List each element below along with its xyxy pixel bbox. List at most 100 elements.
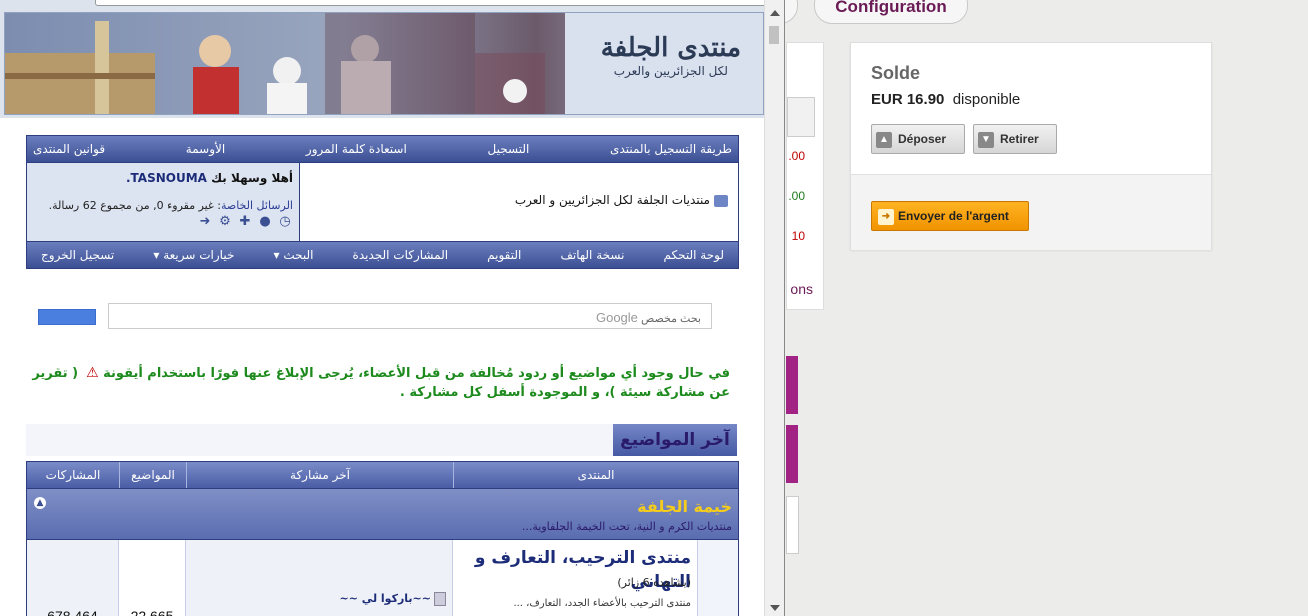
nav-link-register[interactable]: التسجيل	[488, 142, 530, 156]
forum-cell: منتدى الترحيب، التعارف و التهاني (يشاهده…	[452, 540, 697, 616]
nav-link-rules[interactable]: قوانين المنتدى	[33, 142, 105, 156]
header-posts: المشاركات	[45, 468, 101, 482]
nav-logout[interactable]: تسجيل الخروج	[41, 248, 114, 262]
topics-cell: 22,665	[118, 540, 185, 616]
banner-logo-main: منتدى الجلفة	[600, 33, 741, 63]
header-last-post: آخر مشاركة	[186, 462, 453, 488]
balance-card-footer: ➜ Envoyer de l'argent	[851, 174, 1211, 250]
last-post-link[interactable]: ~~باركوا لي ~~	[340, 592, 446, 606]
balance-card: Solde EUR 16.90 disponible ▲ Déposer ▼ Ret…	[850, 42, 1212, 250]
user-quick-icons: ◷ ● ✚ ⚙ ➜	[197, 215, 293, 229]
search-input[interactable]: Google بحث مخصص	[108, 303, 712, 329]
configuration-button[interactable]: Configuration	[814, 0, 968, 24]
banner-logo: منتدى الجلفة لكل الجزائريين والعرب	[601, 33, 741, 79]
scroll-up-icon[interactable]	[770, 10, 780, 16]
header-forum: المنتدى	[453, 462, 738, 488]
address-bar-fragment[interactable]	[95, 0, 767, 6]
gear-icon[interactable]: ⚙	[217, 215, 233, 229]
balance-title: Solde	[871, 63, 921, 83]
arrow-right-icon: ➜	[878, 208, 894, 225]
table-header-row: المنتدى آخر مشاركة المواضيع المشاركات	[27, 462, 738, 488]
deposit-label: Déposer	[898, 132, 947, 146]
purple-tab-2[interactable]	[786, 425, 798, 483]
latest-topics-title[interactable]: آخر المواضيع	[613, 424, 737, 456]
banner-logo-sub: لكل الجزائريين والعرب	[613, 64, 728, 78]
send-money-button[interactable]: ➜ Envoyer de l'argent	[871, 201, 1029, 231]
withdraw-label: Retirer	[1000, 132, 1039, 146]
google-brand: Google	[595, 310, 638, 325]
report-notice: في حال وجود أي مواضيع أو ردود مُخالفة من…	[30, 364, 730, 402]
document-icon	[434, 592, 446, 606]
forum-viewers: (يشاهده 6 زائر)	[617, 576, 691, 589]
welcome-text: أهلا وسهلا بك TASNOUMA.	[126, 171, 293, 185]
forum-name-cell: منتديات الجلفة لكل الجزائريين و العرب	[299, 163, 738, 241]
forums-table: المنتدى آخر مشاركة المواضيع المشاركات خي…	[26, 461, 739, 616]
send-money-label: Envoyer de l'argent	[898, 209, 1009, 223]
nav-quick-options-label: خيارات سريعة	[163, 248, 235, 262]
table-row: منتدى الترحيب، التعارف و التهاني (يشاهده…	[27, 539, 738, 616]
username-link[interactable]: TASNOUMA.	[126, 171, 207, 185]
nav-link-register-guide[interactable]: طريقة التسجيل بالمنتدى	[610, 142, 732, 156]
category-desc: منتديات الكرم و النية، تحت الخيمة الجلفا…	[521, 520, 732, 533]
scroll-thumb[interactable]	[769, 26, 779, 44]
partial-input[interactable]	[786, 496, 799, 554]
header-topics: المواضيع	[119, 462, 186, 488]
partial-grey-button[interactable]	[787, 97, 815, 137]
posts-count: 678,464	[47, 608, 98, 616]
arrow-down-icon: ▼	[978, 131, 994, 148]
nav-calendar[interactable]: التقويم	[487, 248, 521, 262]
collapse-icon[interactable]: ▲	[34, 497, 46, 509]
purple-tab-1[interactable]	[786, 356, 798, 414]
warning-triangle-icon: ⚠	[86, 365, 99, 381]
google-search: Google بحث مخصص	[38, 303, 714, 329]
nav-link-recover-password[interactable]: استعادة كلمة المرور	[306, 142, 407, 156]
amount-2: 10	[791, 229, 805, 243]
deposit-button[interactable]: ▲ Déposer	[871, 124, 965, 154]
nav-search[interactable]: البحث ▾	[273, 248, 313, 262]
clock-icon[interactable]: ◷	[277, 215, 293, 229]
nav-search-label: البحث	[283, 248, 314, 262]
forum-description: منتدى الترحيب بالأعضاء الجدد، التعارف، .…	[513, 598, 691, 609]
notice-text-1: في حال وجود أي مواضيع أو ردود مُخالفة من…	[103, 366, 730, 381]
search-button[interactable]	[38, 309, 96, 325]
nav-quick-options[interactable]: خيارات سريعة ▾	[153, 248, 234, 262]
forum-window: منتدى الجلفة لكل الجزائريين والعرب طريقة…	[0, 0, 785, 616]
partial-link-text[interactable]: ons	[790, 281, 813, 297]
forum-navbar: طريقة التسجيل بالمنتدى التسجيل استعادة ك…	[26, 135, 739, 269]
forum-name[interactable]: منتديات الجلفة لكل الجزائريين و العرب	[515, 193, 728, 207]
user-info-cell: أهلا وسهلا بك TASNOUMA. الرسائل الخاصة: …	[27, 163, 299, 241]
chat-icon[interactable]: ●	[257, 215, 273, 229]
search-placeholder-text: بحث مخصص	[640, 313, 701, 325]
scroll-down-icon[interactable]	[770, 605, 780, 611]
search-placeholder: Google بحث مخصص	[596, 310, 701, 325]
add-user-icon[interactable]: ✚	[237, 215, 253, 229]
vertical-scrollbar[interactable]	[764, 0, 784, 616]
nav-mobile-version[interactable]: نسخة الهاتف	[560, 248, 624, 262]
balance-status: disponible	[952, 91, 1021, 108]
last-post-title: ~~باركوا لي ~~	[339, 592, 431, 605]
category-title[interactable]: خيمة الجلفة	[637, 497, 732, 516]
caret-down-icon: ▾	[153, 248, 160, 262]
category-row: خيمة الجلفة منتديات الكرم و النية، تحت ا…	[27, 488, 738, 539]
nav-new-posts[interactable]: المشاركات الجديدة	[353, 248, 449, 262]
balance-value: EUR 16.90	[871, 91, 945, 108]
posts-cell: 678,464	[27, 540, 118, 616]
topics-count: 22,665	[130, 608, 174, 616]
amount-0: .00	[788, 149, 805, 163]
withdraw-button[interactable]: ▼ Retirer	[973, 124, 1057, 154]
forum-name-text: منتديات الجلفة لكل الجزائريين و العرب	[514, 193, 710, 207]
logout-icon[interactable]: ➜	[197, 215, 213, 229]
balance-amount: EUR 16.90 disponible	[871, 91, 1020, 108]
nav-bottom-links: لوحة التحكم نسخة الهاتف التقويم المشاركا…	[27, 242, 738, 268]
nav-link-medals[interactable]: الأوسمة	[186, 142, 225, 156]
arrow-up-icon: ▲	[876, 131, 892, 148]
forum-banner: منتدى الجلفة لكل الجزائريين والعرب	[4, 12, 764, 115]
nav-top-links: طريقة التسجيل بالمنتدى التسجيل استعادة ك…	[27, 136, 738, 162]
private-messages-link[interactable]: الرسائل الخاصة	[221, 199, 293, 212]
amount-1: .00	[788, 189, 805, 203]
caret-down-icon: ▾	[273, 248, 280, 262]
welcome-prefix: أهلا وسهلا بك	[211, 171, 293, 185]
nav-control-panel[interactable]: لوحة التحكم	[664, 248, 725, 262]
private-messages-info: الرسائل الخاصة: غير مقروء 0, من مجموع 62…	[49, 199, 293, 212]
partial-transactions-card: .00 .00 10 ons	[786, 42, 824, 310]
